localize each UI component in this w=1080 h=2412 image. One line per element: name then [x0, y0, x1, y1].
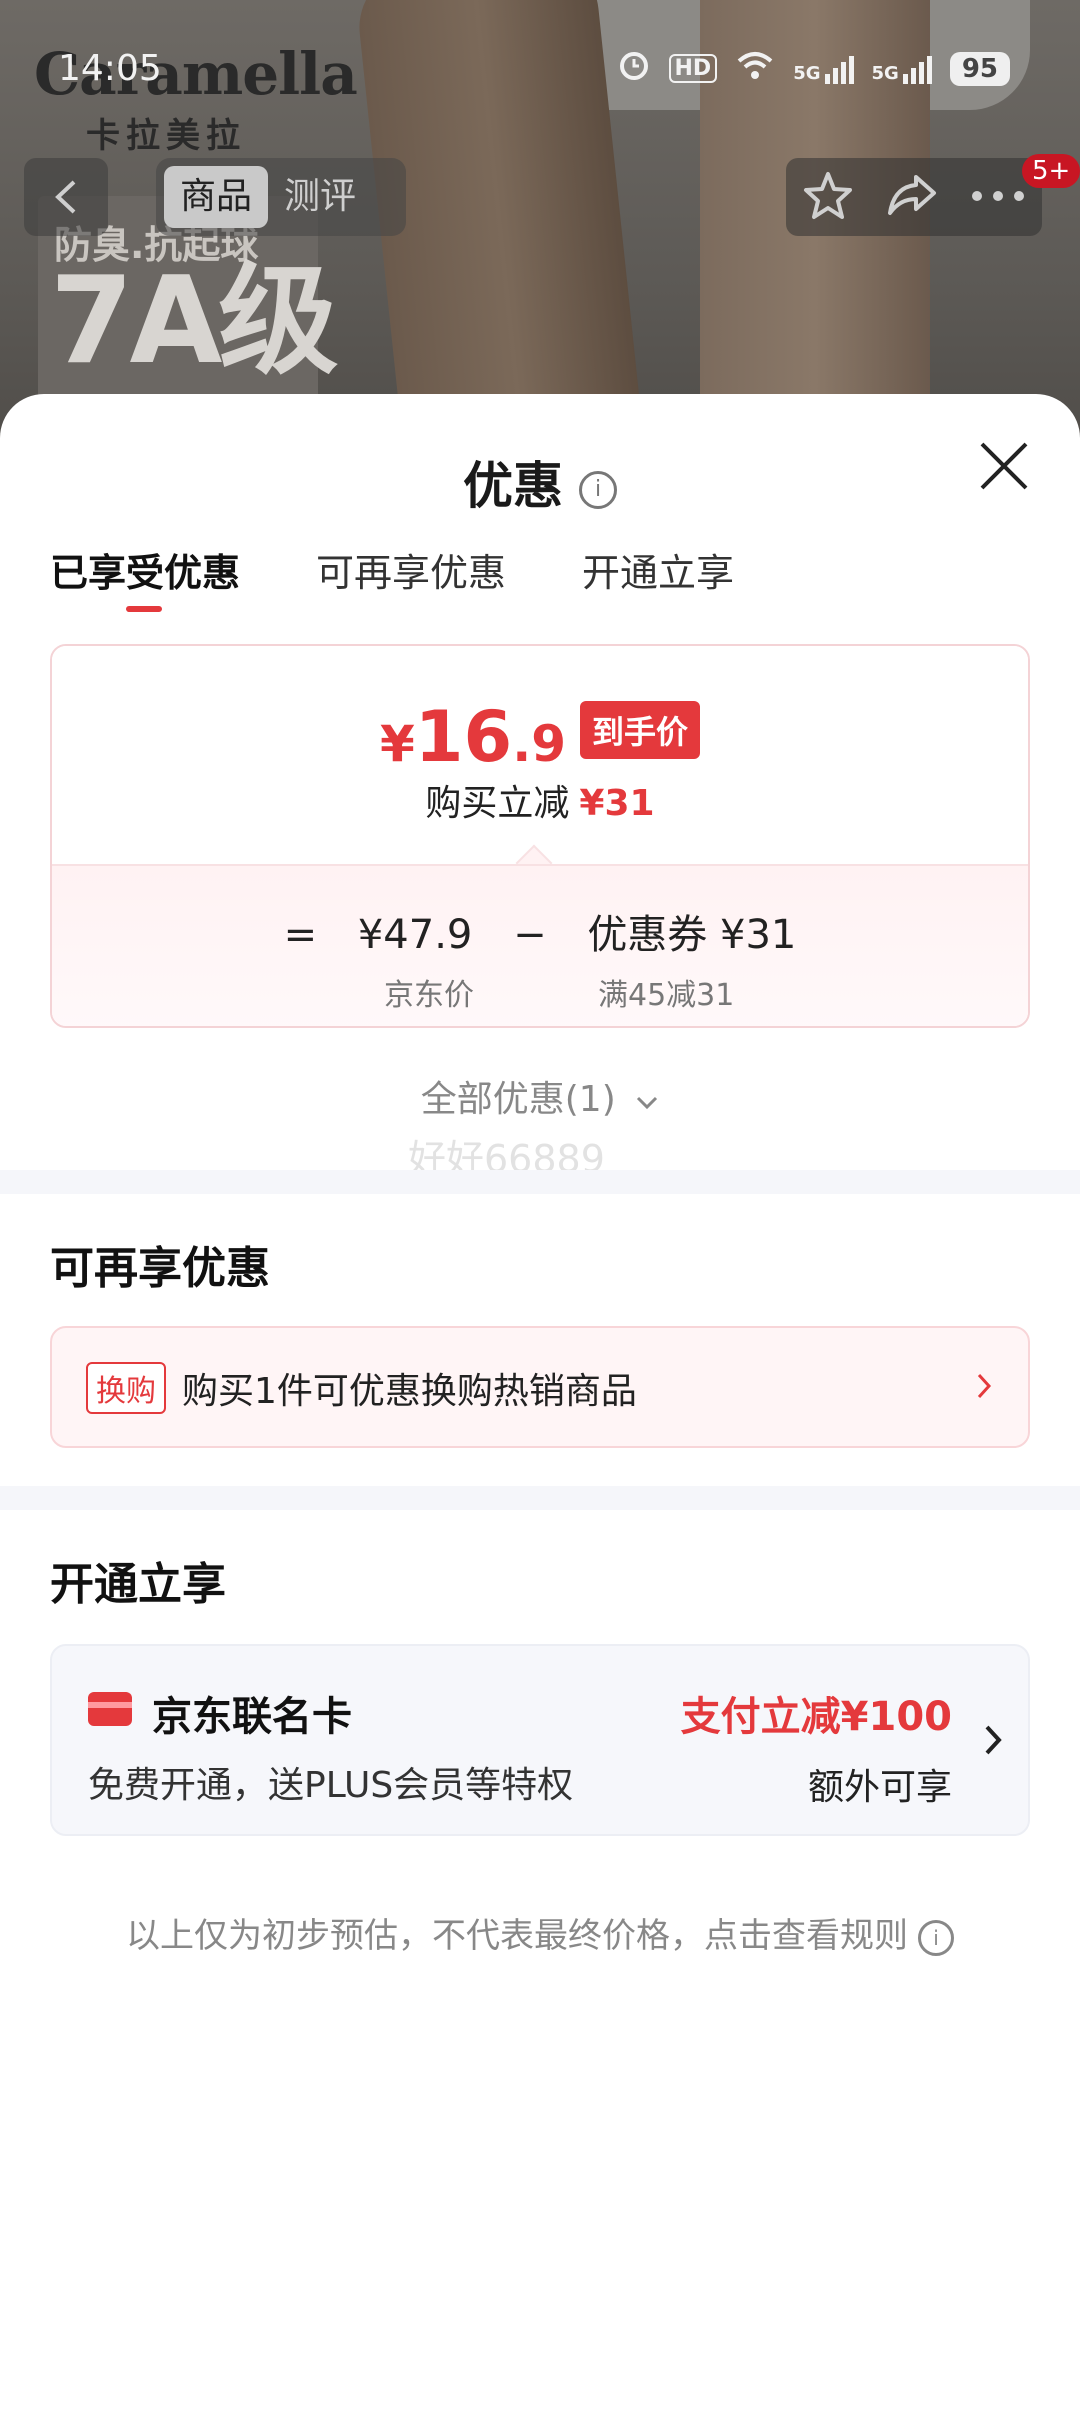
all-deals-toggle[interactable]: 全部优惠(1): [0, 1070, 1080, 1122]
instant-reduction: 购买立减 ¥31: [52, 774, 1028, 826]
base-price-caption: 京东价: [384, 978, 474, 1013]
info-icon[interactable]: i: [579, 470, 617, 509]
formula-equals: =: [283, 912, 318, 958]
close-icon: [980, 442, 1028, 490]
back-button[interactable]: [24, 158, 108, 236]
tab-product[interactable]: 商品: [164, 166, 269, 228]
product-tab-switcher: 商品 测评: [156, 158, 406, 236]
credit-card-icon: [88, 1692, 132, 1726]
coupon-caption: 满45减31: [598, 978, 735, 1013]
battery-indicator: 95: [949, 51, 1010, 86]
more-discounts-title: 可再享优惠: [50, 1243, 270, 1294]
card-offer-extra: 额外可享: [807, 1767, 952, 1808]
card-name: 京东联名卡: [152, 1694, 352, 1740]
final-price-currency: ¥: [379, 715, 415, 773]
final-price-decimal: .9: [512, 715, 566, 773]
section-divider: [0, 1170, 1080, 1194]
rules-note-text: 以上仅为初步预估，不代表最终价格，点击查看规则: [126, 1916, 908, 1956]
swap-tag: 换购: [86, 1362, 166, 1414]
instant-reduction-value: ¥31: [579, 783, 655, 824]
final-price-tag: 到手价: [580, 701, 701, 759]
chevron-left-icon: [55, 180, 76, 214]
info-icon: i: [918, 1919, 954, 1956]
promo-text-line2: 7A级: [50, 252, 338, 391]
card-description: 免费开通，送PLUS会员等特权: [88, 1765, 574, 1806]
formula-coupon: 优惠券 ¥31: [587, 912, 797, 958]
open-to-enjoy-title: 开通立享: [50, 1559, 226, 1610]
tab-open-to-enjoy[interactable]: 开通立享: [582, 542, 734, 597]
message-badge: 5+: [1022, 154, 1080, 188]
sheet-title: 优惠: [463, 457, 563, 515]
signal-5g-icon: 5G: [793, 54, 854, 84]
section-divider-2: [0, 1486, 1080, 1510]
swap-offer-card[interactable]: 换购 购买1件可优惠换购热销商品: [50, 1326, 1030, 1448]
price-breakdown-card: ¥16.9 到手价 购买立减 ¥31 = ¥47.9 − 优惠券 ¥31 京东价 满…: [50, 644, 1030, 1028]
swap-offer-text: 购买1件可优惠换购热销商品: [182, 1371, 637, 1412]
discount-tabs: 已享受优惠 可再享优惠 开通立享: [50, 542, 734, 612]
formula-minus: −: [513, 912, 547, 958]
co-branded-card-offer[interactable]: 京东联名卡 免费开通，送PLUS会员等特权 支付立减¥100 额外可享: [50, 1644, 1030, 1836]
price-formula: = ¥47.9 − 优惠券 ¥31: [52, 902, 1028, 960]
price-formula-area: = ¥47.9 − 优惠券 ¥31 京东价 满45减31: [52, 864, 1028, 1026]
final-price: ¥16.9 到手价: [52, 696, 1028, 778]
rules-note[interactable]: 以上仅为初步预估，不代表最终价格，点击查看规则 i: [0, 1908, 1080, 1957]
more-icon[interactable]: [970, 188, 1026, 207]
tab-enjoyed-discounts[interactable]: 已享受优惠: [50, 542, 240, 612]
tab-review[interactable]: 测评: [268, 166, 372, 228]
share-icon[interactable]: [886, 171, 938, 223]
signal-5g-icon-2: 5G: [872, 54, 932, 84]
chevron-down-icon: [637, 1096, 658, 1110]
chevron-right-icon: [976, 1372, 992, 1404]
chevron-right-icon: [984, 1724, 1002, 1760]
close-button[interactable]: [976, 438, 1032, 494]
top-right-tools: [786, 158, 1042, 236]
card-offer: 支付立减¥100: [680, 1694, 952, 1740]
instant-reduction-label: 购买立减: [425, 783, 570, 824]
wifi-icon: [735, 49, 775, 88]
tab-more-discounts[interactable]: 可再享优惠: [316, 542, 506, 597]
all-deals-label: 全部优惠(1): [420, 1079, 616, 1120]
formula-base-price: ¥47.9: [357, 912, 473, 958]
status-bar: 14:05 HD 5G 5G 95: [0, 44, 1080, 94]
sheet-title-row: 优惠 i: [0, 446, 1080, 518]
favorite-star-icon[interactable]: [802, 169, 854, 225]
status-time: 14:05: [58, 48, 162, 89]
final-price-area: ¥16.9 到手价 购买立减 ¥31: [52, 646, 1028, 864]
discount-sheet: 优惠 i 已享受优惠 可再享优惠 开通立享 ¥16.9 到手价 购买立减 ¥31 = …: [0, 394, 1080, 2412]
hd-icon: HD: [668, 54, 718, 83]
final-price-integer: 16: [414, 696, 513, 778]
brand-subtitle: 卡拉美拉: [86, 116, 246, 156]
alarm-icon: [617, 48, 651, 89]
status-icons: HD 5G 5G 95: [617, 48, 1010, 89]
